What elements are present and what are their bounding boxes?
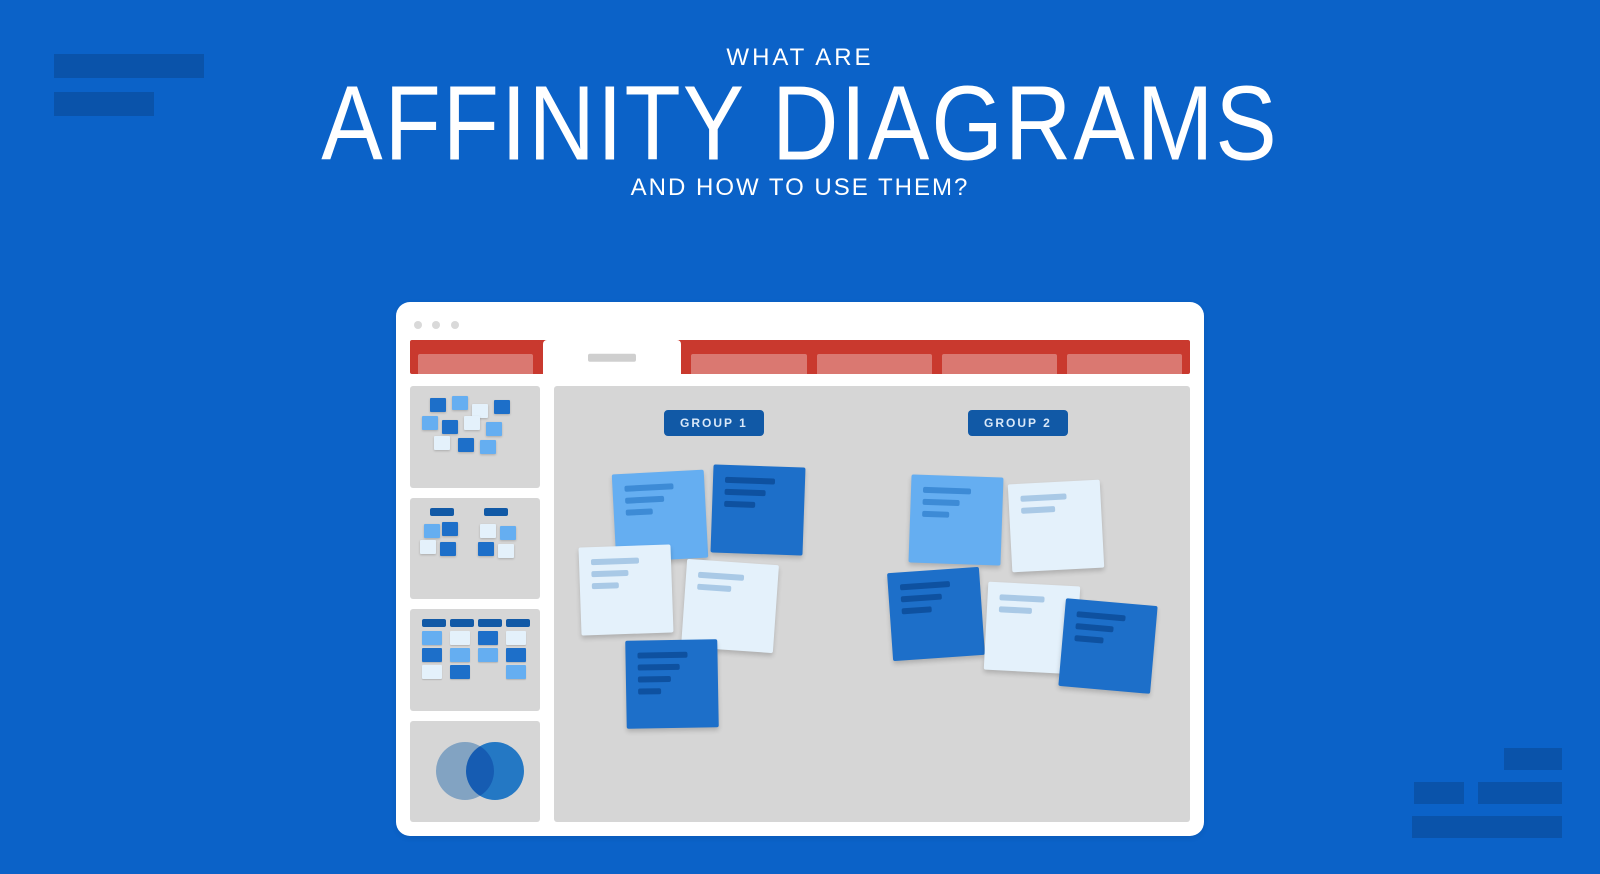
mini-chip-icon bbox=[450, 619, 474, 627]
mini-note-icon bbox=[486, 422, 502, 436]
mini-chip-icon bbox=[422, 619, 446, 627]
ribbon-tab bbox=[1067, 354, 1182, 374]
ribbon-bar bbox=[410, 340, 1190, 374]
workspace: GROUP 1 GROUP 2 bbox=[410, 386, 1190, 822]
mini-column bbox=[506, 619, 528, 682]
mini-note-icon bbox=[422, 648, 442, 662]
deco-bar bbox=[1504, 748, 1562, 770]
mini-note-icon bbox=[442, 420, 458, 434]
mini-note-icon bbox=[422, 631, 442, 645]
mini-note-icon bbox=[500, 526, 516, 540]
title-line-2: AFFINITY DIAGRAMS bbox=[0, 71, 1600, 177]
decoration-bottom-right bbox=[1402, 736, 1562, 838]
thumbnail-slide bbox=[410, 609, 540, 711]
mini-chip-icon bbox=[484, 508, 508, 516]
mini-note-icon bbox=[478, 631, 498, 645]
mini-note-icon bbox=[464, 416, 480, 430]
sticky-note bbox=[1058, 598, 1157, 694]
ribbon-tab bbox=[942, 354, 1057, 374]
window-dot-icon bbox=[451, 321, 459, 329]
mini-note-icon bbox=[506, 665, 526, 679]
window-controls bbox=[414, 316, 465, 334]
group-label-1: GROUP 1 bbox=[664, 410, 764, 436]
mini-note-icon bbox=[480, 524, 496, 538]
sticky-note bbox=[625, 639, 719, 729]
mini-note-icon bbox=[506, 648, 526, 662]
deco-bar bbox=[1412, 816, 1562, 838]
mini-note-icon bbox=[424, 524, 440, 538]
mini-chip-icon bbox=[478, 619, 502, 627]
ribbon-tabs bbox=[410, 340, 1190, 374]
mini-note-icon bbox=[422, 416, 438, 430]
window-dot-icon bbox=[432, 321, 440, 329]
mini-column bbox=[450, 619, 472, 682]
mini-note-icon bbox=[494, 400, 510, 414]
mini-chip-icon bbox=[430, 508, 454, 516]
mini-note-icon bbox=[450, 665, 470, 679]
mini-note-icon bbox=[458, 438, 474, 452]
mini-note-icon bbox=[480, 440, 496, 454]
sticky-note bbox=[908, 474, 1003, 565]
mini-note-icon bbox=[442, 522, 458, 536]
thumbnail-slide bbox=[410, 386, 540, 488]
window-dot-icon bbox=[414, 321, 422, 329]
ribbon-tab bbox=[691, 354, 806, 374]
ribbon-tab-active bbox=[543, 340, 681, 374]
mini-note-icon bbox=[478, 648, 498, 662]
mini-note-icon bbox=[450, 648, 470, 662]
sticky-note bbox=[710, 464, 805, 555]
ribbon-tab bbox=[817, 354, 932, 374]
venn-icon bbox=[418, 729, 532, 815]
mini-note-icon bbox=[422, 665, 442, 679]
mini-note-icon bbox=[478, 542, 494, 556]
mini-note-icon bbox=[430, 398, 446, 412]
venn-circle bbox=[466, 742, 524, 800]
deco-bar bbox=[1414, 782, 1464, 804]
mini-chip-icon bbox=[506, 619, 530, 627]
mini-column bbox=[478, 619, 500, 665]
thumbnail-slide bbox=[410, 498, 540, 600]
mini-note-icon bbox=[434, 436, 450, 450]
mini-note-icon bbox=[452, 396, 468, 410]
slide-canvas: GROUP 1 GROUP 2 bbox=[554, 386, 1190, 822]
app-window: GROUP 1 GROUP 2 bbox=[396, 302, 1204, 836]
sticky-note bbox=[578, 544, 673, 635]
sticky-note bbox=[1008, 480, 1104, 573]
thumbnail-panel bbox=[410, 386, 540, 822]
ribbon-tab bbox=[418, 354, 533, 374]
mini-note-icon bbox=[450, 631, 470, 645]
mini-note-icon bbox=[420, 540, 436, 554]
sticky-note bbox=[887, 567, 985, 661]
mini-column bbox=[422, 619, 444, 682]
group-label-2: GROUP 2 bbox=[968, 410, 1068, 436]
mini-note-icon bbox=[440, 542, 456, 556]
mini-note-icon bbox=[498, 544, 514, 558]
deco-bar bbox=[1478, 782, 1562, 804]
thumbnail-slide bbox=[410, 721, 540, 823]
mini-note-icon bbox=[506, 631, 526, 645]
title-block: WHAT ARE AFFINITY DIAGRAMS AND HOW TO US… bbox=[0, 44, 1600, 202]
